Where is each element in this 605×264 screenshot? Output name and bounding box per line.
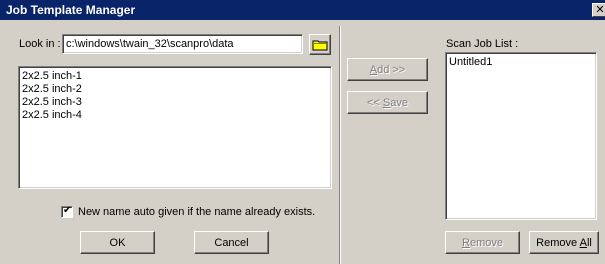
checkmark-icon: ✔ [63,205,72,216]
cancel-button[interactable]: Cancel [194,231,269,254]
window-title: Job Template Manager [6,3,136,17]
cancel-button-label: Cancel [214,236,249,249]
remove-button[interactable]: Remove [445,231,520,254]
browse-folder-button[interactable] [309,34,331,55]
list-item[interactable]: 2x2.5 inch-2 [19,83,331,96]
remove-all-button[interactable]: Remove All [529,231,599,254]
close-icon: ✕ [595,4,605,16]
look-in-path-value: c:\windows\twain_32\scanpro\data [66,38,234,50]
list-item[interactable]: 2x2.5 inch-1 [19,70,331,83]
remove-button-label: Remove [462,236,503,249]
add-button[interactable]: Add >> [347,58,428,81]
add-button-label: Add >> [369,63,406,76]
save-button[interactable]: << Save [347,91,428,114]
look-in-label: Look in : [19,38,61,50]
ok-button-label: OK [109,236,126,249]
scan-job-list[interactable]: Untitled1 [445,52,597,220]
ok-button[interactable]: OK [80,231,155,254]
auto-name-checkbox[interactable]: ✔ [61,205,73,218]
section-divider [339,26,341,264]
folder-icon [312,40,328,50]
list-item[interactable]: 2x2.5 inch-3 [19,96,331,109]
look-in-path-field[interactable]: c:\windows\twain_32\scanpro\data [62,34,303,54]
list-item[interactable]: Untitled1 [446,56,596,69]
scan-job-list-title: Scan Job List : [446,38,519,50]
auto-name-label: New name auto given if the name already … [78,206,316,218]
title-bar: Job Template Manager [0,0,605,20]
save-button-label: << Save [367,96,408,109]
remove-all-button-label: Remove All [536,236,592,249]
close-button[interactable]: ✕ [592,3,605,17]
list-item[interactable]: 2x2.5 inch-4 [19,109,331,122]
template-list[interactable]: 2x2.5 inch-1 2x2.5 inch-2 2x2.5 inch-3 2… [18,66,332,189]
